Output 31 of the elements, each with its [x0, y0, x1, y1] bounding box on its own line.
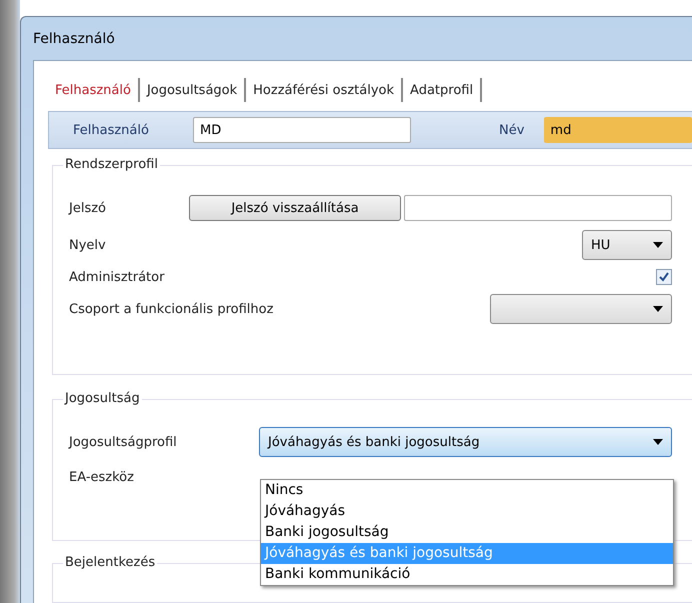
- group-title: Jogosultság: [63, 391, 142, 406]
- field-label: Jogosultságprofil: [69, 434, 178, 450]
- rights-profile-dropdown[interactable]: Jóváhagyás és banki jogosultság: [259, 427, 672, 457]
- field-label: Jelszó: [69, 200, 107, 216]
- field-label: EA-eszköz: [69, 470, 135, 484]
- user-field[interactable]: MD: [193, 117, 411, 143]
- password-field[interactable]: [404, 195, 672, 221]
- window-title: Felhasználó: [32, 30, 116, 48]
- field-label: Nyelv: [69, 238, 107, 252]
- group-title: Rendszerprofil: [63, 157, 160, 172]
- field-label: Név: [499, 122, 524, 138]
- tab[interactable]: Hozzáférési osztályok: [246, 78, 404, 102]
- caret-icon: [653, 242, 663, 248]
- caret-icon: [653, 439, 663, 445]
- group-title: Bejelentkezés: [63, 555, 158, 570]
- language-dropdown[interactable]: HU: [582, 230, 672, 260]
- dropdown-option[interactable]: Nincs: [261, 480, 673, 501]
- tab[interactable]: Adatprofil: [403, 78, 482, 102]
- admin-checkbox[interactable]: [656, 269, 672, 285]
- name-field[interactable]: md: [544, 117, 692, 143]
- field-label: Csoport a funkcionális profilhoz: [69, 302, 274, 316]
- field-label: Adminisztrátor: [69, 270, 166, 284]
- field-label: Felhasználó: [73, 122, 150, 138]
- caret-icon: [653, 306, 663, 312]
- tab[interactable]: Jogosultságok: [140, 78, 246, 102]
- reset-password-button[interactable]: Jelszó visszaállítása: [189, 195, 401, 221]
- tab[interactable]: Felhasználó: [48, 78, 140, 102]
- dropdown-option[interactable]: Banki kommunikáció: [261, 564, 673, 585]
- dropdown-option[interactable]: Jóváhagyás: [261, 501, 673, 522]
- dropdown-option[interactable]: Banki jogosultság: [261, 522, 673, 543]
- group-dropdown[interactable]: [490, 294, 672, 324]
